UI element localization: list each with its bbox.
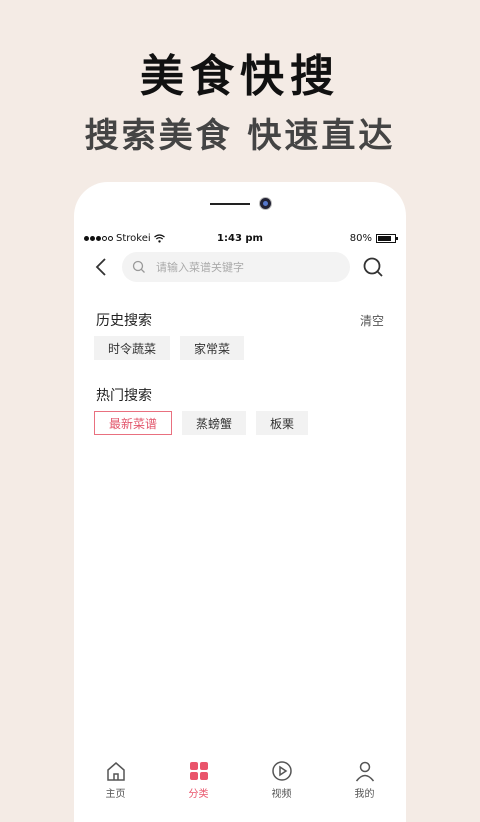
history-title: 历史搜索 bbox=[96, 313, 152, 329]
search-box[interactable] bbox=[122, 252, 350, 282]
carrier-name: Strokei bbox=[116, 232, 151, 244]
tab-category-label: 分类 bbox=[188, 789, 209, 800]
promo-title: 美食快搜 bbox=[140, 51, 340, 102]
clear-history-button[interactable]: 清空 bbox=[360, 312, 384, 329]
battery-icon bbox=[376, 233, 398, 243]
search-icon bbox=[363, 257, 383, 277]
tab-home[interactable]: 主页 bbox=[74, 754, 157, 804]
wifi-icon bbox=[153, 233, 165, 243]
category-grid-icon bbox=[189, 762, 208, 780]
history-tag[interactable]: 时令蔬菜 bbox=[94, 336, 171, 360]
home-icon bbox=[106, 762, 125, 781]
chevron-left-icon bbox=[95, 258, 106, 276]
status-right: 80% bbox=[276, 232, 398, 244]
search-input[interactable] bbox=[154, 259, 338, 275]
status-time: 1:43 pm bbox=[217, 232, 263, 244]
back-button[interactable] bbox=[88, 252, 114, 282]
tab-home-label: 主页 bbox=[105, 789, 126, 800]
user-icon bbox=[355, 761, 374, 782]
battery-percent: 80% bbox=[349, 232, 372, 244]
search-small-icon bbox=[132, 260, 145, 273]
hot-tag[interactable]: 板栗 bbox=[256, 411, 309, 435]
phone-speaker bbox=[210, 203, 250, 205]
signal-icon bbox=[84, 235, 113, 241]
play-icon bbox=[271, 761, 292, 781]
phone-frame: Strokei 1:43 pm 80% 请输入菜谱关键字 历史搜索 清空 时令蔬… bbox=[74, 182, 406, 822]
history-tag[interactable]: 家常菜 bbox=[180, 336, 245, 360]
hot-tag[interactable]: 蒸螃蟹 bbox=[182, 411, 247, 435]
hot-title: 热门搜索 bbox=[96, 388, 152, 404]
hot-tags: 最新菜谱 蒸螃蟹 板栗 bbox=[94, 411, 309, 435]
tab-video[interactable]: 视频 bbox=[240, 754, 323, 804]
search-bar bbox=[88, 250, 392, 284]
tab-bar: 主页 分类 视频 我的 bbox=[74, 754, 406, 804]
tab-me[interactable]: 我的 bbox=[323, 754, 406, 804]
hot-tag[interactable]: 最新菜谱 bbox=[94, 411, 173, 435]
tab-video-label: 视频 bbox=[271, 789, 292, 800]
status-bar: Strokei 1:43 pm 80% bbox=[84, 231, 398, 245]
promo-subtitle: 搜索美食 快速直达 bbox=[84, 116, 396, 156]
search-button[interactable] bbox=[358, 252, 388, 282]
tab-me-label: 我的 bbox=[354, 789, 375, 800]
tab-category[interactable]: 分类 bbox=[157, 754, 240, 804]
history-tags: 时令蔬菜 家常菜 bbox=[94, 336, 245, 360]
phone-camera bbox=[260, 198, 271, 209]
status-left: Strokei bbox=[84, 233, 204, 244]
